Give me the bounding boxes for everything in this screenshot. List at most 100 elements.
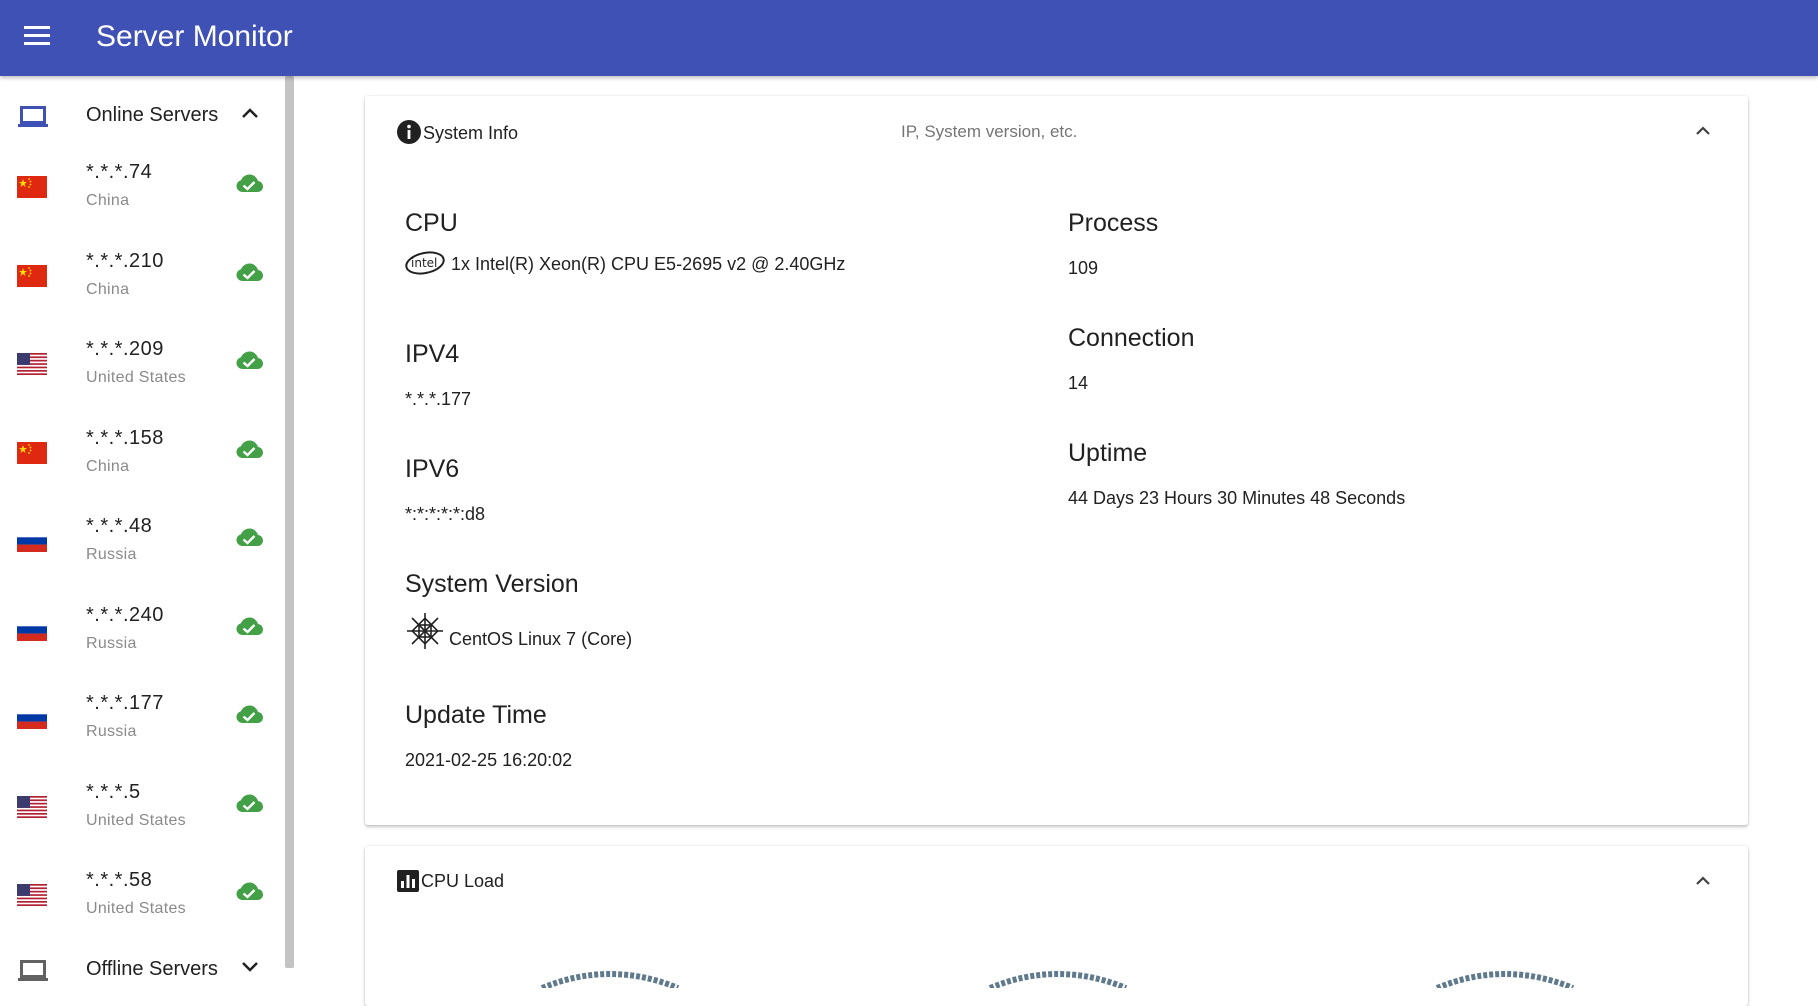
flag-russia-icon (17, 618, 47, 641)
cpu-value: 1x Intel(R) Xeon(R) CPU E5-2695 v2 @ 2.4… (451, 254, 846, 274)
svg-text:intel: intel (411, 256, 437, 270)
offline-servers-label: Offline Servers (86, 958, 218, 980)
laptop-icon (18, 960, 48, 981)
system-info-header[interactable]: System Info IP, System version, etc. (365, 96, 1748, 174)
chevron-down-icon[interactable] (240, 960, 260, 974)
server-list-item[interactable]: *.*.*.240 Russia (0, 589, 286, 677)
centos-logo-icon (407, 613, 443, 649)
system-version-field: System Version CentOS Linux 7 (Core) (405, 569, 632, 651)
chevron-up-icon[interactable] (1694, 874, 1712, 886)
sidebar-scrollbar[interactable] (285, 76, 294, 968)
server-list-item[interactable]: *.*.*.158 China (0, 412, 286, 500)
uptime-value: 44 Days 23 Hours 30 Minutes 48 Seconds (1068, 488, 1406, 508)
online-servers-group[interactable]: Online Servers (0, 86, 286, 146)
server-country: United States (86, 900, 186, 917)
server-list-item[interactable]: *.*.*.58 United States (0, 854, 286, 942)
server-ip: *.*.*.210 (86, 249, 164, 272)
cpu-label: CPU (405, 209, 458, 237)
server-ip: *.*.*.48 (86, 515, 153, 537)
ipv4-value: *.*.*.177 (405, 389, 472, 409)
server-country: Russia (86, 723, 137, 740)
cloud-done-icon (236, 705, 264, 724)
cloud-done-icon (236, 263, 264, 281)
server-ip: *.*.*.58 (86, 869, 153, 891)
laptop-icon (18, 106, 48, 127)
online-servers-label: Online Servers (86, 104, 219, 126)
connection-value: 14 (1068, 373, 1089, 393)
ipv6-label: IPV6 (405, 455, 460, 483)
flag-russia-icon (17, 530, 47, 552)
sidebar: Online Servers *.*.*.74 China *.*.*.210 Chi… (0, 76, 286, 988)
cloud-done-icon (236, 440, 264, 458)
update-time-value: 2021-02-25 16:20:02 (405, 750, 573, 770)
cloud-done-icon (236, 882, 264, 901)
server-ip: *.*.*.5 (86, 780, 141, 803)
flag-united-states-icon (17, 353, 47, 375)
server-ip: *.*.*.158 (86, 426, 164, 449)
cpu-load-title: CPU Load (397, 870, 504, 892)
ipv4-label: IPV4 (405, 340, 460, 368)
cloud-done-icon (236, 351, 264, 370)
cpu-gauge (988, 971, 1128, 988)
server-country: United States (86, 811, 186, 829)
intel-logo-icon: intel (405, 251, 445, 275)
uptime-field: Uptime 44 Days 23 Hours 30 Minutes 48 Se… (1068, 438, 1405, 510)
system-info-card: System Info IP, System version, etc. CPU… (365, 96, 1748, 825)
system-info-title-text: System Info (423, 123, 519, 143)
bar-chart-icon (397, 870, 419, 892)
server-list-item[interactable]: *.*.*.74 China (0, 146, 286, 234)
server-list-item[interactable]: *.*.*.210 China (0, 235, 286, 323)
server-country: United States (86, 369, 186, 386)
menu-icon[interactable] (24, 26, 50, 46)
cpu-load-title-text: CPU Load (421, 871, 505, 891)
server-country: Russia (86, 546, 137, 563)
app-title: Server Monitor (96, 20, 293, 53)
cpu-gauge (540, 971, 680, 988)
flag-united-states-icon (17, 795, 47, 818)
system-version-row: CentOS Linux 7 (Core) (405, 611, 632, 651)
cloud-done-icon (236, 617, 264, 635)
ipv6-value: *:*:*:*:*:d8 (405, 504, 486, 524)
ipv4-field: IPV4 *.*.*.177 (405, 339, 471, 411)
process-label: Process (1068, 209, 1159, 237)
chevron-up-icon[interactable] (1694, 124, 1712, 136)
flag-china-icon (17, 441, 47, 464)
connection-field: Connection 14 (1068, 323, 1194, 395)
connection-label: Connection (1068, 324, 1195, 352)
app-bar: Server Monitor (0, 0, 1818, 76)
uptime-label: Uptime (1068, 439, 1148, 467)
process-value: 109 (1068, 258, 1099, 278)
cpu-gauge (1435, 971, 1575, 988)
server-ip: *.*.*.240 (86, 603, 164, 626)
server-ip: *.*.*.177 (86, 692, 164, 714)
cloud-done-icon (236, 174, 264, 193)
cloud-done-icon (236, 794, 264, 812)
chevron-up-icon[interactable] (240, 106, 260, 120)
cloud-done-icon (236, 528, 264, 547)
server-country: China (86, 192, 130, 209)
cpu-value-row: intel 1x Intel(R) Xeon(R) CPU E5-2695 v2… (405, 250, 845, 276)
cpu-field: CPU intel 1x Intel(R) Xeon(R) CPU E5-269… (405, 208, 845, 276)
server-list-item[interactable]: *.*.*.5 United States (0, 766, 286, 854)
offline-servers-group[interactable]: Offline Servers (0, 940, 286, 988)
server-list-item[interactable]: *.*.*.48 Russia (0, 500, 286, 588)
server-ip: *.*.*.209 (86, 338, 164, 360)
server-ip: *.*.*.74 (86, 161, 153, 183)
server-list-item[interactable]: *.*.*.209 United States (0, 323, 286, 411)
server-country: China (86, 280, 130, 298)
update-time-field: Update Time 2021-02-25 16:20:02 (405, 700, 572, 772)
system-info-title: System Info (397, 120, 518, 144)
system-info-subtitle: IP, System version, etc. (901, 122, 1078, 141)
server-country: Russia (86, 634, 137, 652)
info-icon (397, 120, 421, 144)
server-list-item[interactable]: *.*.*.177 Russia (0, 677, 286, 765)
flag-russia-icon (17, 707, 47, 729)
flag-united-states-icon (17, 884, 47, 906)
server-country: China (86, 457, 130, 475)
system-version-value: CentOS Linux 7 (Core) (449, 629, 633, 649)
process-field: Process 109 (1068, 208, 1158, 280)
update-time-label: Update Time (405, 701, 547, 729)
system-version-label: System Version (405, 570, 579, 598)
ipv6-field: IPV6 *:*:*:*:*:d8 (405, 454, 485, 526)
cpu-load-header[interactable]: CPU Load (365, 846, 1748, 924)
